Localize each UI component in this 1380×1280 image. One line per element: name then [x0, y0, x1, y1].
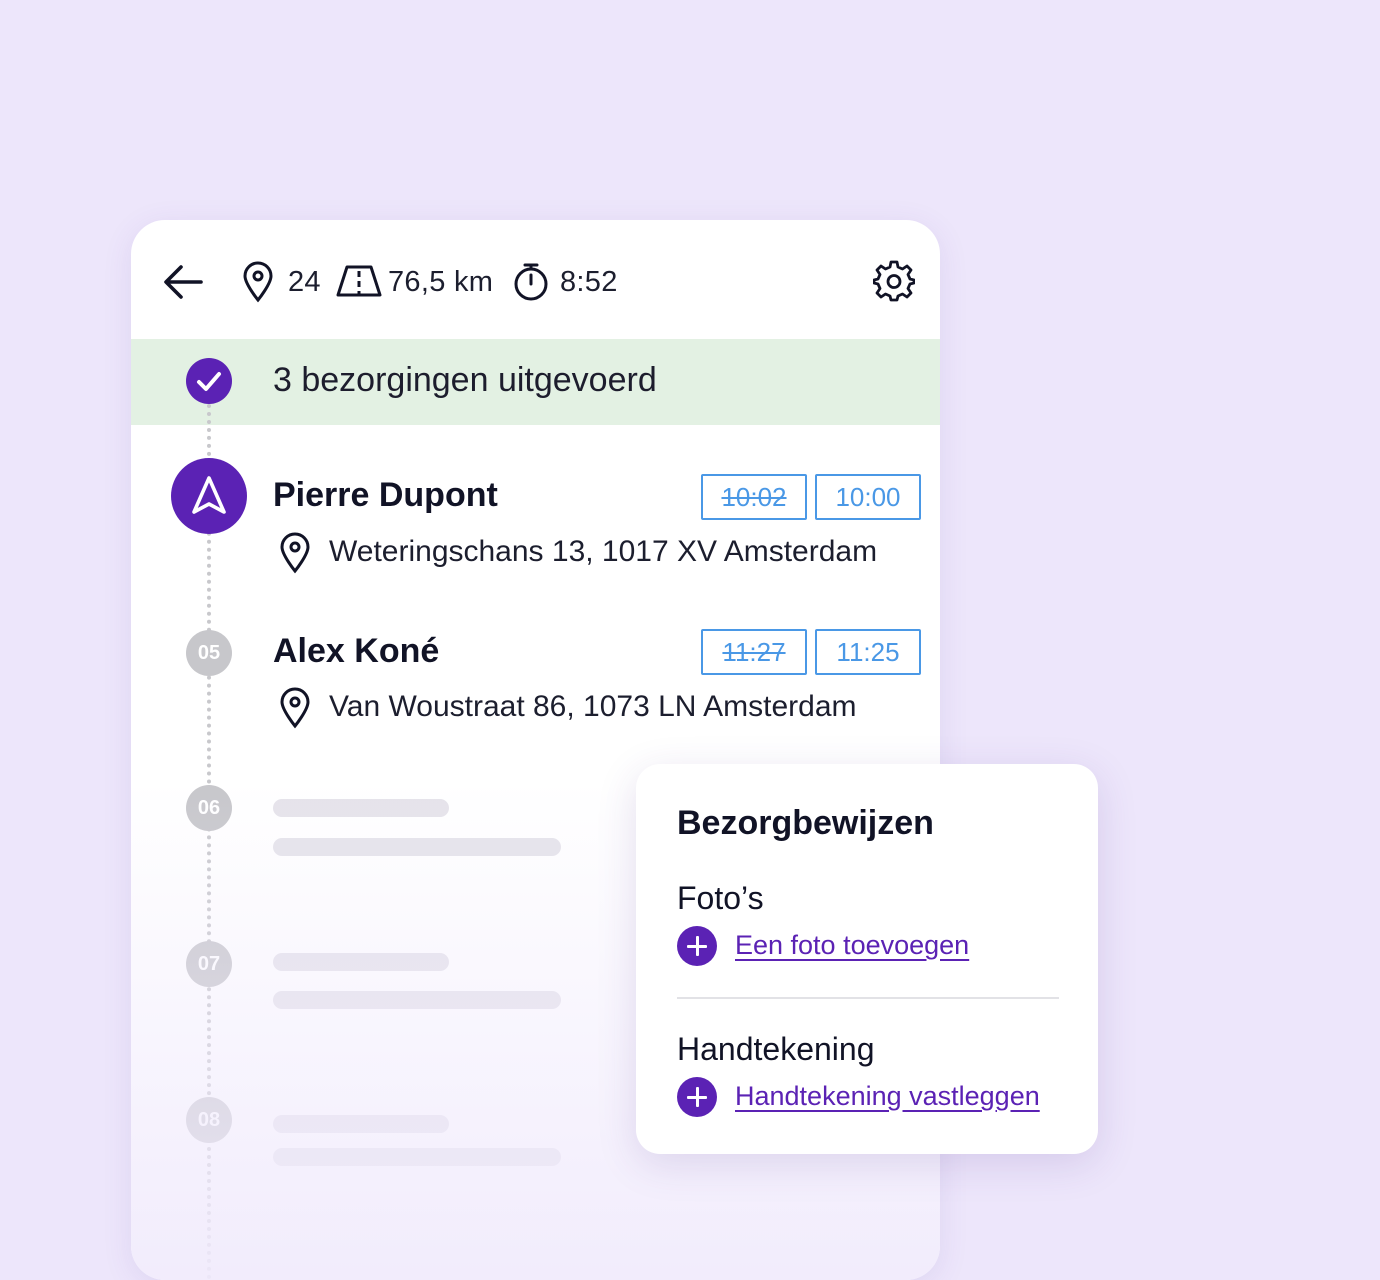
- photos-label: Foto’s: [677, 880, 764, 916]
- location-pin-icon: [280, 532, 310, 574]
- location-pin-icon: [280, 687, 310, 729]
- capture-signature-link[interactable]: Handtekening vastleggen: [735, 1081, 1040, 1112]
- gear-icon[interactable]: [873, 260, 915, 302]
- stops-count: 24: [288, 266, 321, 298]
- add-photo-link[interactable]: Een foto toevoegen: [735, 930, 969, 961]
- stop-address: Van Woustraat 86, 1073 LN Amsterdam: [329, 690, 857, 723]
- stop-number-badge: 05: [186, 630, 232, 676]
- card-title: Bezorgbewijzen: [677, 804, 934, 842]
- duration-value: 8:52: [560, 266, 618, 298]
- completed-text: 3 bezorgingen uitgevoerd: [273, 361, 657, 399]
- completed-banner[interactable]: 3 bezorgingen uitgevoerd: [131, 339, 940, 425]
- location-pin-icon: [243, 261, 273, 303]
- stop-number-badge: 06: [186, 785, 232, 831]
- skeleton-line: [273, 1115, 449, 1133]
- distance-value: 76,5 km: [388, 266, 494, 298]
- skeleton-line: [273, 991, 561, 1009]
- signature-label: Handtekening: [677, 1031, 875, 1067]
- stop-address: Weteringschans 13, 1017 XV Amsterdam: [329, 535, 878, 568]
- skeleton-line: [273, 799, 449, 817]
- skeleton-line: [273, 953, 449, 971]
- original-time: 10:02: [701, 474, 807, 520]
- divider: [677, 997, 1059, 999]
- stop-number-badge: 07: [186, 941, 232, 987]
- navigation-arrow-icon[interactable]: [171, 458, 247, 534]
- updated-time: 11:25: [815, 629, 921, 675]
- plus-icon[interactable]: [677, 1077, 717, 1117]
- top-bar: 24 76,5 km 8:52: [131, 220, 940, 340]
- stop-number-badge: 08: [186, 1097, 232, 1143]
- road-icon: [336, 265, 382, 297]
- stop-name[interactable]: Pierre Dupont: [273, 476, 498, 515]
- back-arrow-icon[interactable]: [161, 260, 205, 304]
- original-time: 11:27: [701, 629, 807, 675]
- skeleton-line: [273, 838, 561, 856]
- stopwatch-icon: [514, 263, 548, 301]
- skeleton-line: [273, 1148, 561, 1166]
- updated-time: 10:00: [815, 474, 921, 520]
- stop-name[interactable]: Alex Koné: [273, 632, 439, 671]
- proof-of-delivery-card: Bezorgbewijzen Foto’s Een foto toevoegen…: [636, 764, 1098, 1154]
- check-icon: [186, 358, 232, 404]
- plus-icon[interactable]: [677, 926, 717, 966]
